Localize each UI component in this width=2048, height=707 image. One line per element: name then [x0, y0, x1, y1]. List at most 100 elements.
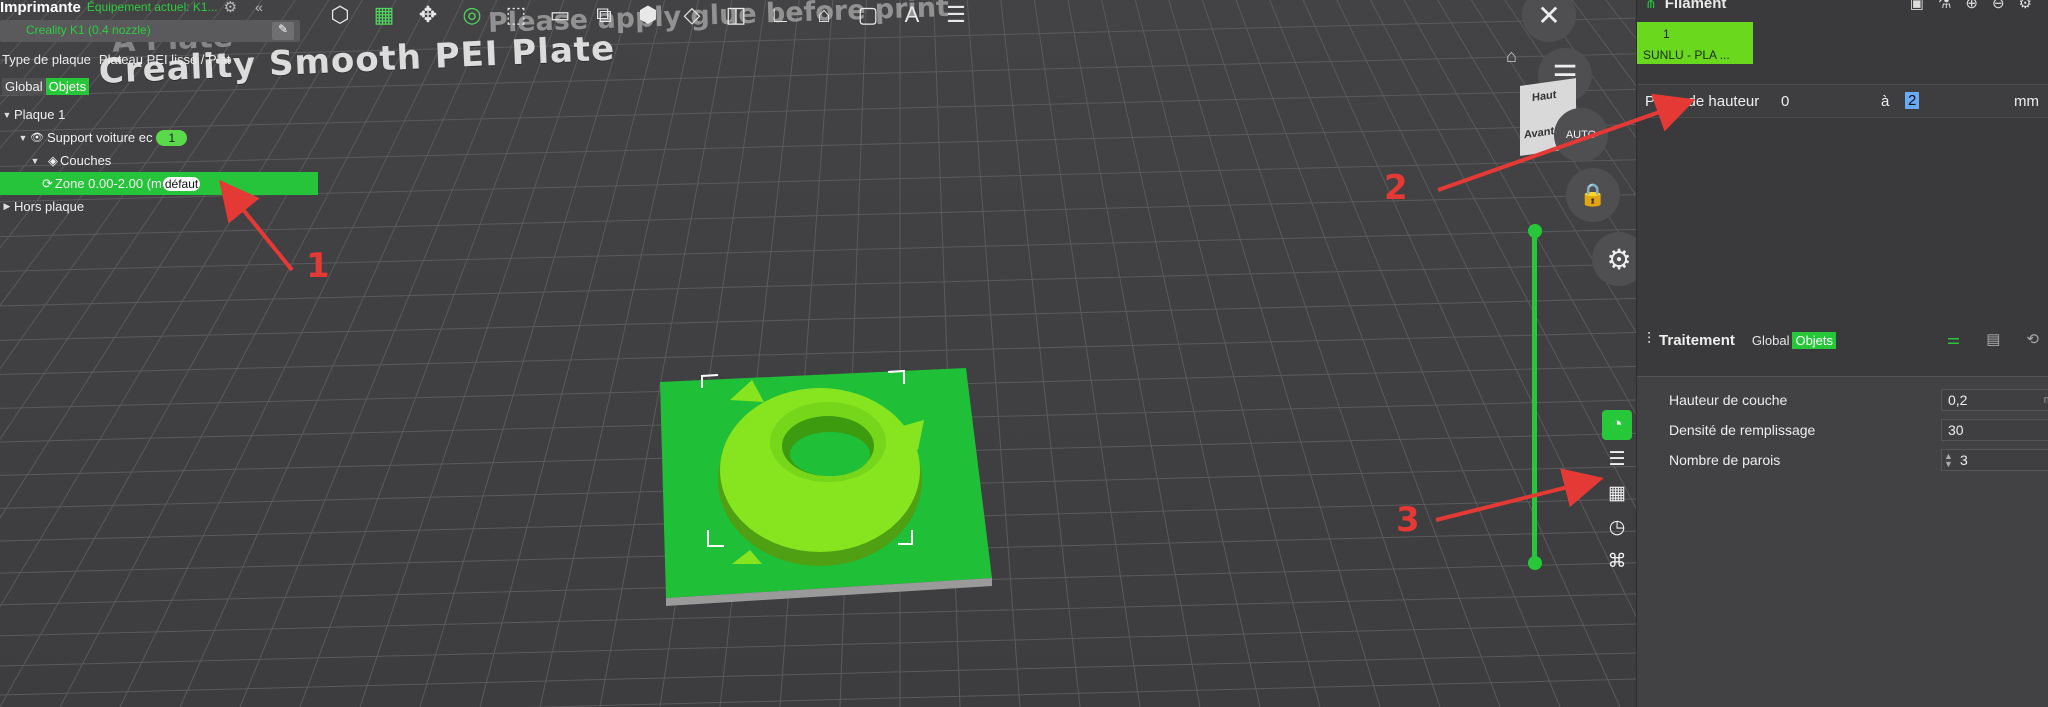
param-label: Nombre de parois	[1669, 452, 1781, 468]
zone-icon: ⟳	[42, 175, 53, 191]
left-panel: Imprimante Équipement actuel: K1... ⚙ « …	[0, 0, 320, 707]
eye-icon[interactable]: 👁	[30, 131, 44, 144]
process-title: Traitement	[1659, 331, 1735, 349]
param-infill-density: Densité de remplissage 30 %	[1669, 419, 2048, 441]
filament-settings-icon[interactable]: ⚙	[2019, 0, 2032, 12]
cut-icon[interactable]: ◇	[677, 0, 707, 30]
height-range-row: Plage de hauteur 0 à 2 mm	[1637, 84, 2048, 118]
layer-list-icon[interactable]: ☰	[1602, 444, 1632, 474]
object-scope-tabs: Global Objets	[2, 78, 90, 95]
height-unit: mm	[2014, 93, 2039, 110]
slider-bottom-handle[interactable]	[1528, 556, 1542, 570]
add-filament-icon[interactable]: ⊕	[1965, 0, 1978, 12]
layer-height-input[interactable]: 0,2 mm	[1941, 389, 2048, 411]
expand-arrow-icon[interactable]: ▶	[0, 201, 14, 212]
remove-filament-icon[interactable]: ⊖	[1992, 0, 2005, 12]
expand-arrow-icon[interactable]: ▼	[28, 156, 42, 166]
tree-layers-label: Couches	[60, 153, 112, 168]
expand-arrow-icon[interactable]: ▼	[0, 110, 14, 120]
plate-type-value[interactable]: Plateau PEI lisse / Plat	[99, 52, 231, 67]
process-actions: ⚌ ▤ ⟲	[1947, 330, 2039, 348]
printer-label: Imprimante	[0, 0, 81, 16]
param-label: Densité de remplissage	[1669, 422, 1816, 438]
annotation-number-3: 3	[1396, 500, 1420, 540]
split-icon[interactable]: ⬚	[501, 0, 531, 30]
cube-front-label[interactable]: Avant	[1524, 125, 1554, 141]
grid-plate-icon[interactable]: ▦	[369, 0, 399, 30]
param-value: 0,2	[1948, 392, 1968, 408]
auto-label: AUTO	[1565, 129, 1597, 141]
support-paint-icon[interactable]: ◫	[721, 0, 751, 30]
height-to-input[interactable]: 2	[1905, 92, 1920, 109]
annotation-number-2: 2	[1384, 168, 1408, 208]
height-range-label: Plage de hauteur	[1645, 93, 1760, 110]
process-header: ⫶ Traitement Global Objets ⚌ ▤ ⟲	[1647, 330, 2039, 350]
tab-objects[interactable]: Objets	[45, 78, 90, 95]
printer-current-device: Équipement actuel: K1...	[86, 0, 218, 14]
object-count-badge: 1	[156, 129, 188, 146]
tree-item-zone[interactable]: ⟳ Zone 0.00-2.00 (m défaut	[0, 172, 318, 195]
text-icon[interactable]: A	[897, 0, 927, 30]
cube-top-label[interactable]: Haut	[1532, 89, 1556, 104]
param-value: 3	[1960, 452, 1968, 468]
right-panel: ⋔ Filament ▣ ⚗ ⊕ ⊖ ⚙ 1 SUNLU - PLA ... P…	[1636, 0, 2048, 707]
filament-actions: ▣ ⚗ ⊕ ⊖ ⚙	[1910, 0, 2032, 12]
orient-icon[interactable]: ◎	[457, 0, 487, 30]
height-to-separator: à	[1881, 93, 1890, 110]
tree-item-object[interactable]: ▼ 👁 Support voiture ec 1	[0, 126, 318, 149]
collapse-icon[interactable]: «	[255, 0, 263, 15]
speed-gauge-icon[interactable]: ◷	[1602, 512, 1632, 542]
layer-height-slider[interactable]	[1532, 232, 1537, 564]
process-params: Hauteur de couche 0,2 mm Densité de remp…	[1637, 376, 2048, 707]
tree-outside-label: Hors plaque	[14, 199, 85, 214]
tree-item-plate[interactable]: ▼ Plaque 1	[0, 103, 318, 126]
home-icon[interactable]: ⌂	[1506, 46, 1517, 67]
cube-icon[interactable]: ⬢	[633, 0, 663, 30]
add-object-icon[interactable]: ⬡	[325, 0, 355, 30]
process-tab-global[interactable]: Global	[1749, 332, 1793, 349]
assembly-icon[interactable]: ▢	[853, 0, 883, 30]
arrange-icon[interactable]: ✥	[413, 0, 443, 30]
height-from-input[interactable]: 0	[1781, 93, 1789, 110]
filament-slot-number: 1	[1663, 27, 1670, 41]
advanced-toggle-icon[interactable]: ⚌	[1947, 330, 1960, 348]
top-toolbar: ⬡ ▦ ✥ ◎ ⬚ ▭ ⧉ ⬢ ◇ ◫ ∟ ⌂ ▢ A ☰	[325, 0, 971, 30]
process-tab-objects[interactable]: Objets	[1792, 331, 1837, 349]
infill-density-input[interactable]: 30 %	[1941, 419, 2048, 441]
save-filament-icon[interactable]: ▣	[1910, 0, 1924, 12]
command-key-icon[interactable]: ⌘	[1602, 546, 1632, 576]
auto-orient-button[interactable]: AUTO	[1554, 108, 1608, 162]
print-bed[interactable]	[640, 350, 1000, 620]
filament-slot-1[interactable]: 1 SUNLU - PLA ...	[1637, 22, 1753, 64]
variable-height-icon[interactable]: ◔	[1602, 410, 1632, 440]
tree-item-outside[interactable]: ▶ Hors plaque	[0, 195, 318, 218]
plate-type-row[interactable]: Type de plaque Plateau PEI lisse / Plat	[2, 52, 230, 67]
seam-icon[interactable]: ⌂	[809, 0, 839, 30]
param-value: 30	[1948, 422, 1964, 438]
compare-icon[interactable]: ▤	[1986, 330, 2000, 348]
layers-icon[interactable]: ☰	[941, 0, 971, 30]
stepper-arrows-icon[interactable]: ▲ ▼	[1944, 452, 1953, 469]
flush-icon[interactable]: ⚗	[1938, 0, 1951, 12]
printer-gear-icon[interactable]: ⚙	[224, 0, 237, 16]
tab-global[interactable]: Global	[2, 78, 46, 95]
zone-default-tag[interactable]: défaut	[162, 176, 201, 191]
param-wall-count: Nombre de parois ▲ ▼ 3	[1669, 449, 2048, 471]
filament-title: Filament	[1664, 0, 1727, 12]
split-parts-icon[interactable]: ⧉	[589, 0, 619, 30]
layout-icon[interactable]: ▭	[545, 0, 575, 30]
tree-zone-label: Zone 0.00-2.00 (m	[54, 176, 162, 191]
edit-printer-icon[interactable]: ✎	[272, 22, 294, 40]
printer-select[interactable]: Creality K1 (0.4 nozzle) ✎	[0, 20, 300, 42]
lock-button[interactable]: 🔒	[1566, 168, 1620, 222]
modifier-grid-icon[interactable]: ▦	[1602, 478, 1632, 508]
filament-header: ⋔ Filament	[1645, 0, 1726, 14]
expand-arrow-icon[interactable]: ▼	[16, 133, 30, 143]
slider-top-handle[interactable]	[1528, 224, 1542, 238]
param-unit: mm	[2044, 394, 2048, 406]
wall-count-stepper[interactable]: ▲ ▼ 3	[1941, 449, 2048, 471]
reset-icon[interactable]: ⟲	[2026, 330, 2039, 348]
measure-icon[interactable]: ∟	[765, 0, 795, 30]
tree-item-layers[interactable]: ▼ ◈ Couches	[0, 149, 318, 172]
object-tree: ▼ Plaque 1 ▼ 👁 Support voiture ec 1 ▼ ◈ …	[0, 103, 318, 218]
